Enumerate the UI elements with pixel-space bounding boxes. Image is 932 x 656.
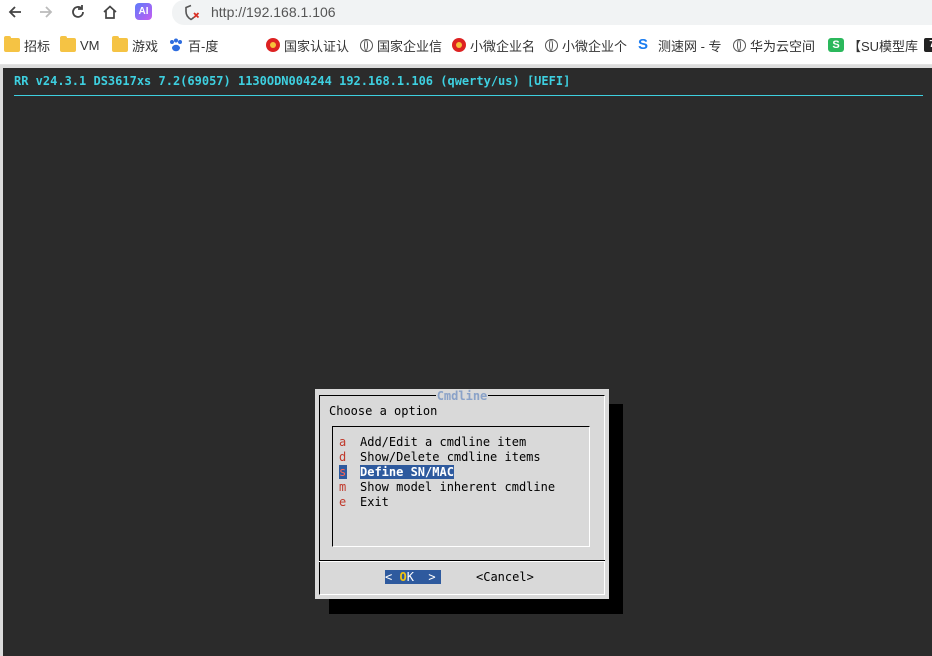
menu-item-label: Show/Delete cmdline items bbox=[360, 450, 541, 464]
dialog-title-text: Cmdline bbox=[435, 389, 489, 403]
globe-icon bbox=[545, 38, 558, 52]
home-button[interactable] bbox=[98, 1, 122, 23]
bookmark-overflow-icon: 7 bbox=[924, 38, 932, 52]
bookmark-label: 招标 bbox=[24, 38, 51, 54]
menu-item-show-model-cmdline[interactable]: m Show model inherent cmdline bbox=[339, 480, 569, 495]
bookmark-label: VM bbox=[80, 37, 100, 53]
cmdline-dialog: Cmdline Choose a option a Add/Edit a cmd… bbox=[315, 389, 609, 599]
forward-arrow-icon bbox=[40, 6, 53, 18]
bookmark-item[interactable]: 小微企业名 bbox=[452, 36, 535, 54]
cancel-button[interactable]: <Cancel> bbox=[476, 570, 534, 584]
terminal-title-rule bbox=[14, 95, 923, 96]
shield-warning-icon bbox=[185, 4, 200, 21]
terminal-frame-left bbox=[0, 68, 3, 656]
menu-hotkey: d bbox=[339, 450, 347, 464]
bookmark-label: 国家认证认 bbox=[284, 38, 350, 54]
bookmark-item[interactable]: 国家企业信 bbox=[360, 36, 442, 54]
ok-label-rest: K > bbox=[406, 570, 436, 584]
bookmark-overflow[interactable]: 7 bbox=[924, 36, 932, 54]
ok-button[interactable]: < OK > bbox=[385, 570, 441, 584]
dialog-prompt: Choose a option bbox=[329, 404, 438, 418]
browser-toolbar: AI http://192.168.1.106 bbox=[0, 0, 932, 26]
forward-button[interactable] bbox=[34, 1, 58, 23]
bookmark-label: 百-度 bbox=[188, 38, 219, 54]
folder-icon bbox=[60, 36, 76, 52]
menu-item-add-edit[interactable]: a Add/Edit a cmdline item bbox=[339, 435, 526, 450]
bookmark-label: 【SU模型库 bbox=[848, 38, 919, 54]
folder-icon bbox=[112, 36, 128, 52]
emblem-icon bbox=[266, 38, 280, 52]
menu-item-label: Define SN/MAC bbox=[360, 465, 454, 479]
menu-hotkey: a bbox=[339, 435, 347, 449]
menu-hotkey: m bbox=[339, 480, 347, 494]
back-button[interactable] bbox=[3, 1, 27, 23]
paw-icon bbox=[170, 38, 182, 52]
speedtest-icon: S bbox=[638, 36, 649, 53]
bookmark-label: 游戏 bbox=[132, 38, 159, 54]
bookmark-label: 国家企业信 bbox=[377, 38, 443, 54]
globe-icon bbox=[733, 38, 746, 52]
bookmark-item[interactable]: VM bbox=[60, 36, 100, 54]
reload-icon bbox=[72, 5, 84, 18]
ok-bracket-left: < bbox=[385, 570, 400, 584]
su-icon: S bbox=[828, 38, 844, 52]
bookmark-item[interactable]: 小微企业个 bbox=[545, 36, 627, 54]
folder-icon bbox=[4, 36, 20, 52]
bookmark-item[interactable]: 华为云空间 bbox=[733, 36, 815, 54]
bookmark-item[interactable]: 游戏 bbox=[112, 36, 158, 54]
bookmark-label: 测速网 - 专 bbox=[658, 38, 722, 54]
back-arrow-icon bbox=[8, 6, 21, 18]
terminal-frame-top bbox=[0, 65, 932, 68]
menu-item-label: Exit bbox=[360, 495, 389, 509]
menu-hotkey: s bbox=[339, 465, 347, 479]
bookmark-item[interactable]: 招标 bbox=[4, 36, 50, 54]
menu-item-label: Show model inherent cmdline bbox=[360, 480, 556, 494]
ai-assistant-icon[interactable]: AI bbox=[135, 3, 152, 20]
button-separator-highlight bbox=[319, 561, 605, 562]
address-bar[interactable]: http://192.168.1.106 bbox=[172, 0, 932, 25]
home-icon bbox=[103, 5, 117, 19]
bookmark-item[interactable]: S 测速网 - 专 bbox=[638, 36, 722, 54]
bookmark-label: 华为云空间 bbox=[750, 38, 816, 54]
emblem-icon bbox=[452, 38, 466, 52]
bookmark-item[interactable]: 百-度 bbox=[168, 36, 218, 54]
terminal-title: RR v24.3.1 DS3617xs 7.2(69057) 1130ODN00… bbox=[14, 74, 571, 88]
dialog-title: Cmdline bbox=[315, 389, 609, 403]
menu-item-label: Add/Edit a cmdline item bbox=[360, 435, 527, 449]
bookmark-item[interactable]: 国家认证认 bbox=[266, 36, 349, 54]
menu-item-show-delete[interactable]: d Show/Delete cmdline items bbox=[339, 450, 541, 465]
url-text: http://192.168.1.106 bbox=[211, 4, 336, 20]
globe-icon bbox=[360, 38, 373, 52]
bookmarks-bar: 招标 VM 游戏 百-度 国家认证认 国家企业信 小微企业名 小微企业个 S 测速… bbox=[0, 26, 932, 65]
ok-hotkey: O bbox=[399, 570, 407, 584]
menu-hotkey: e bbox=[339, 495, 347, 509]
bookmark-label: 小微企业个 bbox=[562, 38, 628, 54]
bookmark-label: 小微企业名 bbox=[470, 38, 536, 54]
bookmark-item[interactable]: S 【SU模型库 bbox=[828, 36, 918, 54]
menu-item-exit[interactable]: e Exit bbox=[339, 495, 419, 510]
reload-button[interactable] bbox=[66, 1, 90, 23]
menu-item-define-sn-mac[interactable]: s Define SN/MAC bbox=[339, 465, 459, 480]
